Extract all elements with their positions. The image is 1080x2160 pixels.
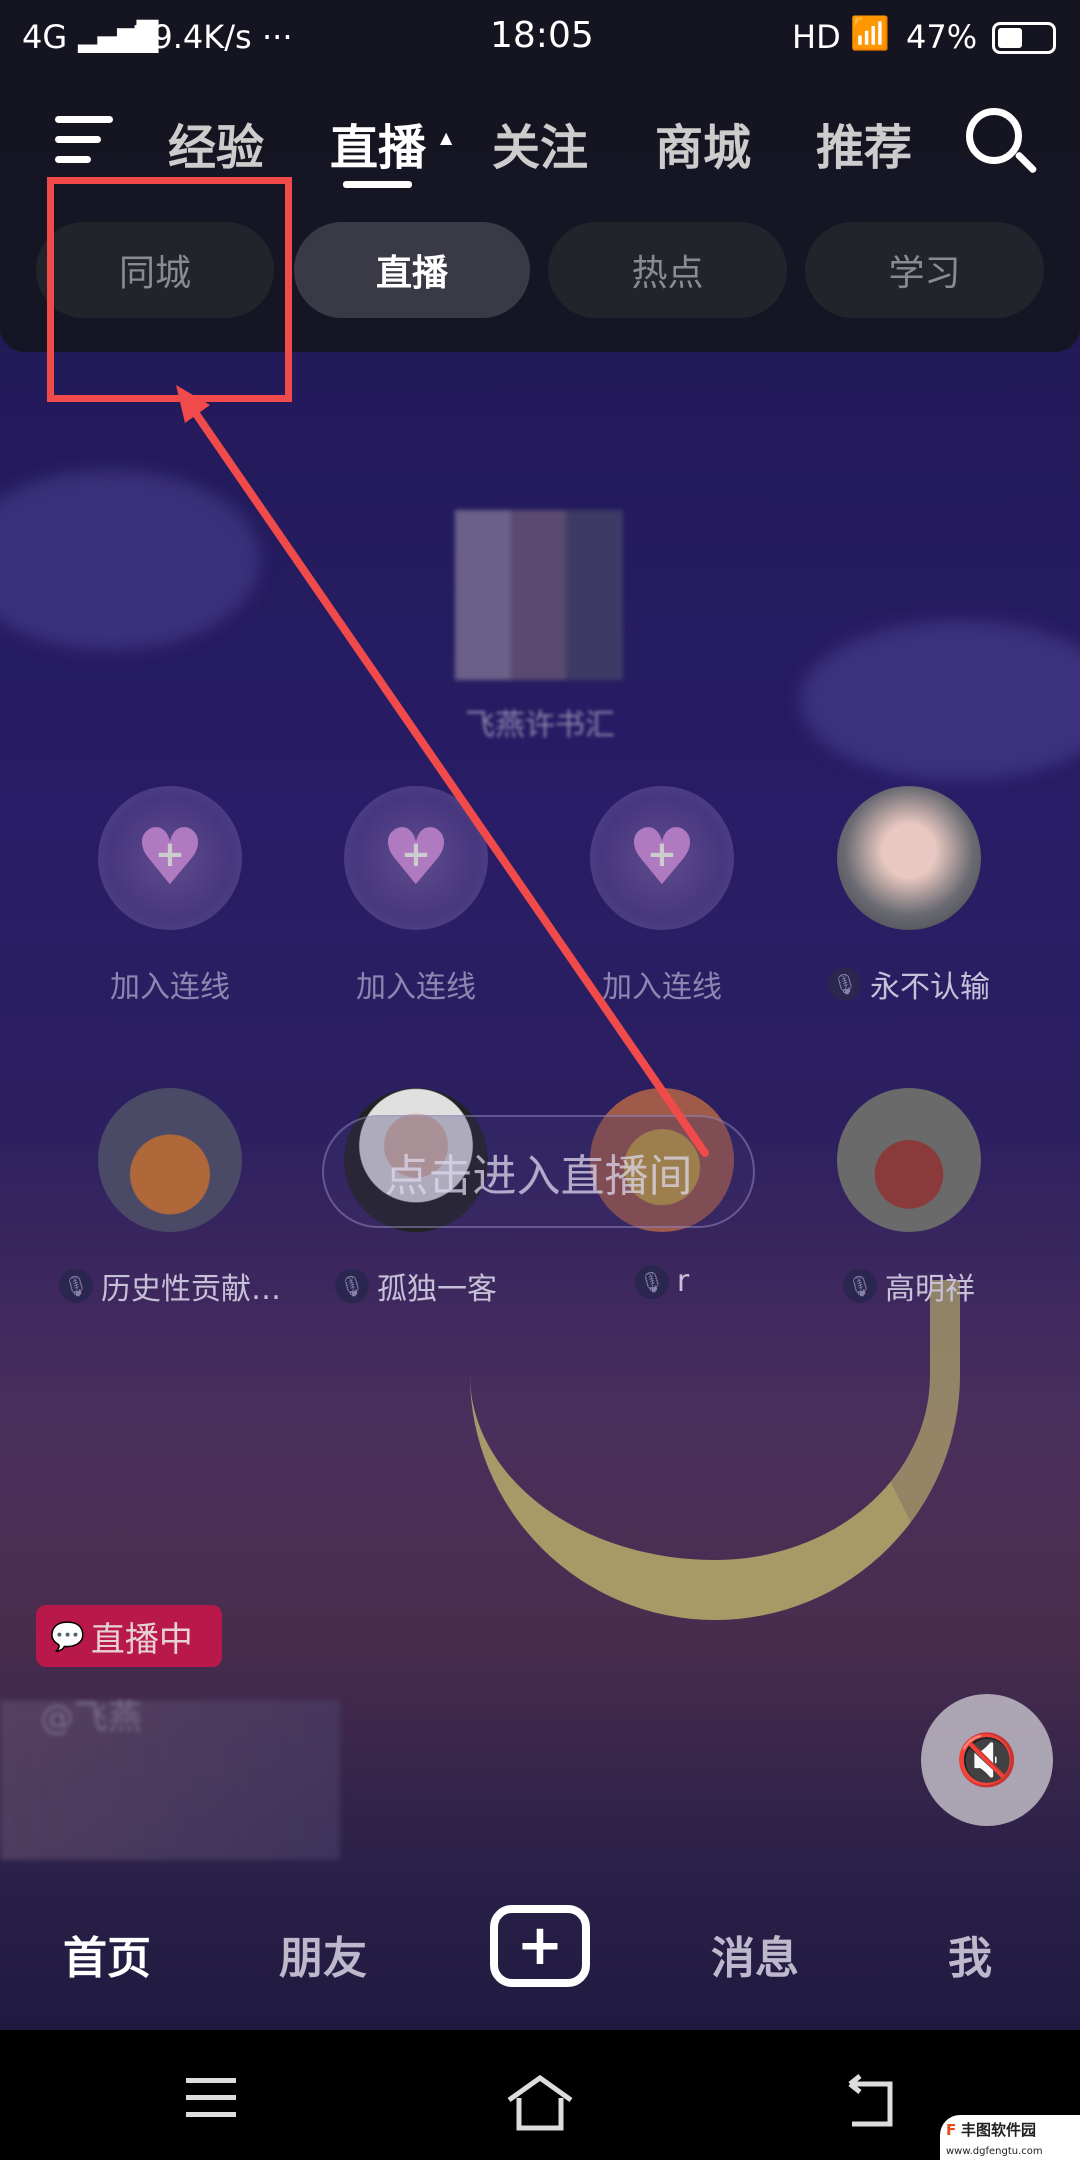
annotation-arrow bbox=[176, 385, 709, 1157]
